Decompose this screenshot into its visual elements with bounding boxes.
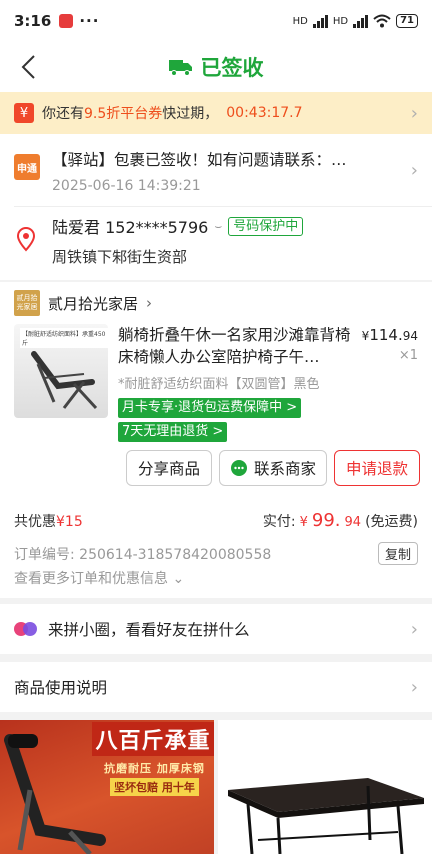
coupon-suffix: 快过期， <box>162 106 219 122</box>
request-refund-button[interactable]: 申请退款 <box>334 450 420 486</box>
share-product-button[interactable]: 分享商品 <box>126 450 212 486</box>
shop-name: 贰月拾光家居 <box>48 294 139 313</box>
friend-group-row[interactable]: 来拼小圈，看看好友在拼什么 › <box>0 604 432 654</box>
contact-seller-button[interactable]: 联系商家 <box>219 450 327 486</box>
recipient-name-phone: 陆爱君 152****5796 <box>52 218 209 237</box>
product-spec: *耐脏舒适纺织面料【双圆管】黑色 <box>118 377 320 392</box>
signal-icon <box>312 14 328 28</box>
address-detail: 周铁镇下邾街生资部 <box>52 248 188 266</box>
chevron-right-icon: › <box>410 618 418 640</box>
battery-icon: 71 <box>396 14 418 28</box>
more-order-info-link[interactable]: 查看更多订单和优惠信息 ⌄ <box>14 568 184 588</box>
product-title[interactable]: 躺椅折叠午休一名家用沙滩靠背椅床椅懒人办公室陪护椅子午… <box>118 324 358 368</box>
shop-logo: 贰月拾光家居 <box>14 290 40 316</box>
promo-tag: 坚坏包赔 用十年 <box>110 778 199 796</box>
product-price: ¥114.94 <box>361 326 418 344</box>
chevron-right-icon: › <box>410 160 418 181</box>
coupon-expiry-banner[interactable]: ¥ 你还有 9.5折平台券 快过期， 00:43:17.7 › <box>0 92 432 134</box>
promo-headline: 八百斤承重 <box>92 722 214 756</box>
status-bar: 3:16 ··· HD HD 71 <box>0 0 432 42</box>
promo-chair-card[interactable]: 八百斤承重 抗磨耐压 加厚床钢 坚坏包赔 用十年 <box>0 720 214 854</box>
hd-label-2: HD <box>332 15 349 27</box>
recommendation-strip: 八百斤承重 抗磨耐压 加厚床钢 坚坏包赔 用十年 <box>0 720 432 854</box>
contact-seller-label: 联系商家 <box>253 460 316 478</box>
order-product-card: 贰月拾光家居 贰月拾光家居 › 【耐脏舒适纺织面料】承重450斤 躺椅折叠午休一… <box>0 282 432 598</box>
notification-app-icon <box>59 14 74 28</box>
paid-amount: 实付: ¥99. 94 (免运费) <box>262 510 418 531</box>
back-button[interactable] <box>14 52 42 82</box>
logistics-row[interactable]: 申通 【驿站】包裹已签收！如有问题请联系：… 2025-06-16 14:39:… <box>14 148 418 204</box>
status-title: 已签收 <box>200 56 264 80</box>
chevron-down-icon: ⌄ <box>172 571 185 587</box>
yen-coupon-icon: ¥ <box>14 103 34 123</box>
thumbnail-caption: 【耐脏舒适纺织面料】承重450斤 <box>20 328 108 348</box>
copy-order-button[interactable]: 复制 <box>377 542 418 565</box>
wifi-icon <box>373 14 391 28</box>
chevron-left-icon <box>21 55 35 79</box>
number-protect-tag: 号码保护中 <box>228 216 304 236</box>
truck-icon <box>168 60 192 76</box>
product-usage-row[interactable]: 商品使用说明 › <box>0 662 432 712</box>
order-number-row: 订单编号: 250614-318578420080558 复制 <box>14 542 418 565</box>
return-policy-tag[interactable]: 7天无理由退货 > <box>118 422 228 442</box>
divider <box>14 206 432 207</box>
status-more-dots: ··· <box>79 12 100 30</box>
chat-bubble-icon <box>230 460 247 476</box>
discount-value: ¥15 <box>56 514 83 530</box>
logistics-message: 【驿站】包裹已签收！如有问题请联系：… <box>52 151 347 169</box>
page-header: 已签收 <box>0 42 432 92</box>
logistics-card: 申通 【驿站】包裹已签收！如有问题请联系：… 2025-06-16 14:39:… <box>0 134 432 280</box>
freight-insurance-tag[interactable]: 月卡专享·退货包运费保障中 > <box>118 398 302 418</box>
coupon-highlight: 9.5折平台券 <box>84 106 163 122</box>
promo-table-card[interactable] <box>218 720 432 854</box>
coupon-prefix: 你还有 <box>42 106 84 122</box>
shop-row[interactable]: 贰月拾光家居 贰月拾光家居 › <box>14 290 152 316</box>
hidden-eye-icon[interactable]: ⌣ <box>214 219 222 234</box>
promo-subline: 抗磨耐压 加厚床钢 <box>104 762 205 775</box>
courier-logo-icon: 申通 <box>14 154 40 180</box>
signal-icon-2 <box>353 14 369 28</box>
address-row: 陆爱君 152****5796 ⌣ 号码保护中 周铁镇下邾街生资部 <box>14 214 418 270</box>
product-quantity: ×1 <box>398 348 418 363</box>
page-title: 已签收 <box>168 52 264 82</box>
product-thumbnail[interactable]: 【耐脏舒适纺织面料】承重450斤 <box>14 324 108 418</box>
payment-summary: 共优惠 ¥15 实付: ¥99. 94 (免运费) <box>14 510 418 531</box>
status-time: 3:16 <box>14 12 52 30</box>
chevron-right-icon: › <box>146 294 153 312</box>
group-icon <box>14 620 40 638</box>
coupon-countdown: 00:43:17.7 <box>226 105 303 121</box>
chevron-right-icon: › <box>410 102 418 124</box>
usage-text: 商品使用说明 <box>14 679 108 697</box>
folding-table-image <box>228 778 424 854</box>
hd-label: HD <box>292 15 308 27</box>
logistics-timestamp: 2025-06-16 14:39:21 <box>52 178 201 194</box>
group-text: 来拼小圈，看看好友在拼什么 <box>48 621 250 639</box>
order-number: 订单编号: 250614-318578420080558 <box>14 546 272 563</box>
shipping-note: (免运费) <box>365 514 418 530</box>
discount-label: 共优惠 <box>14 514 56 530</box>
location-pin-icon <box>16 227 36 252</box>
chevron-right-icon: › <box>410 676 418 698</box>
